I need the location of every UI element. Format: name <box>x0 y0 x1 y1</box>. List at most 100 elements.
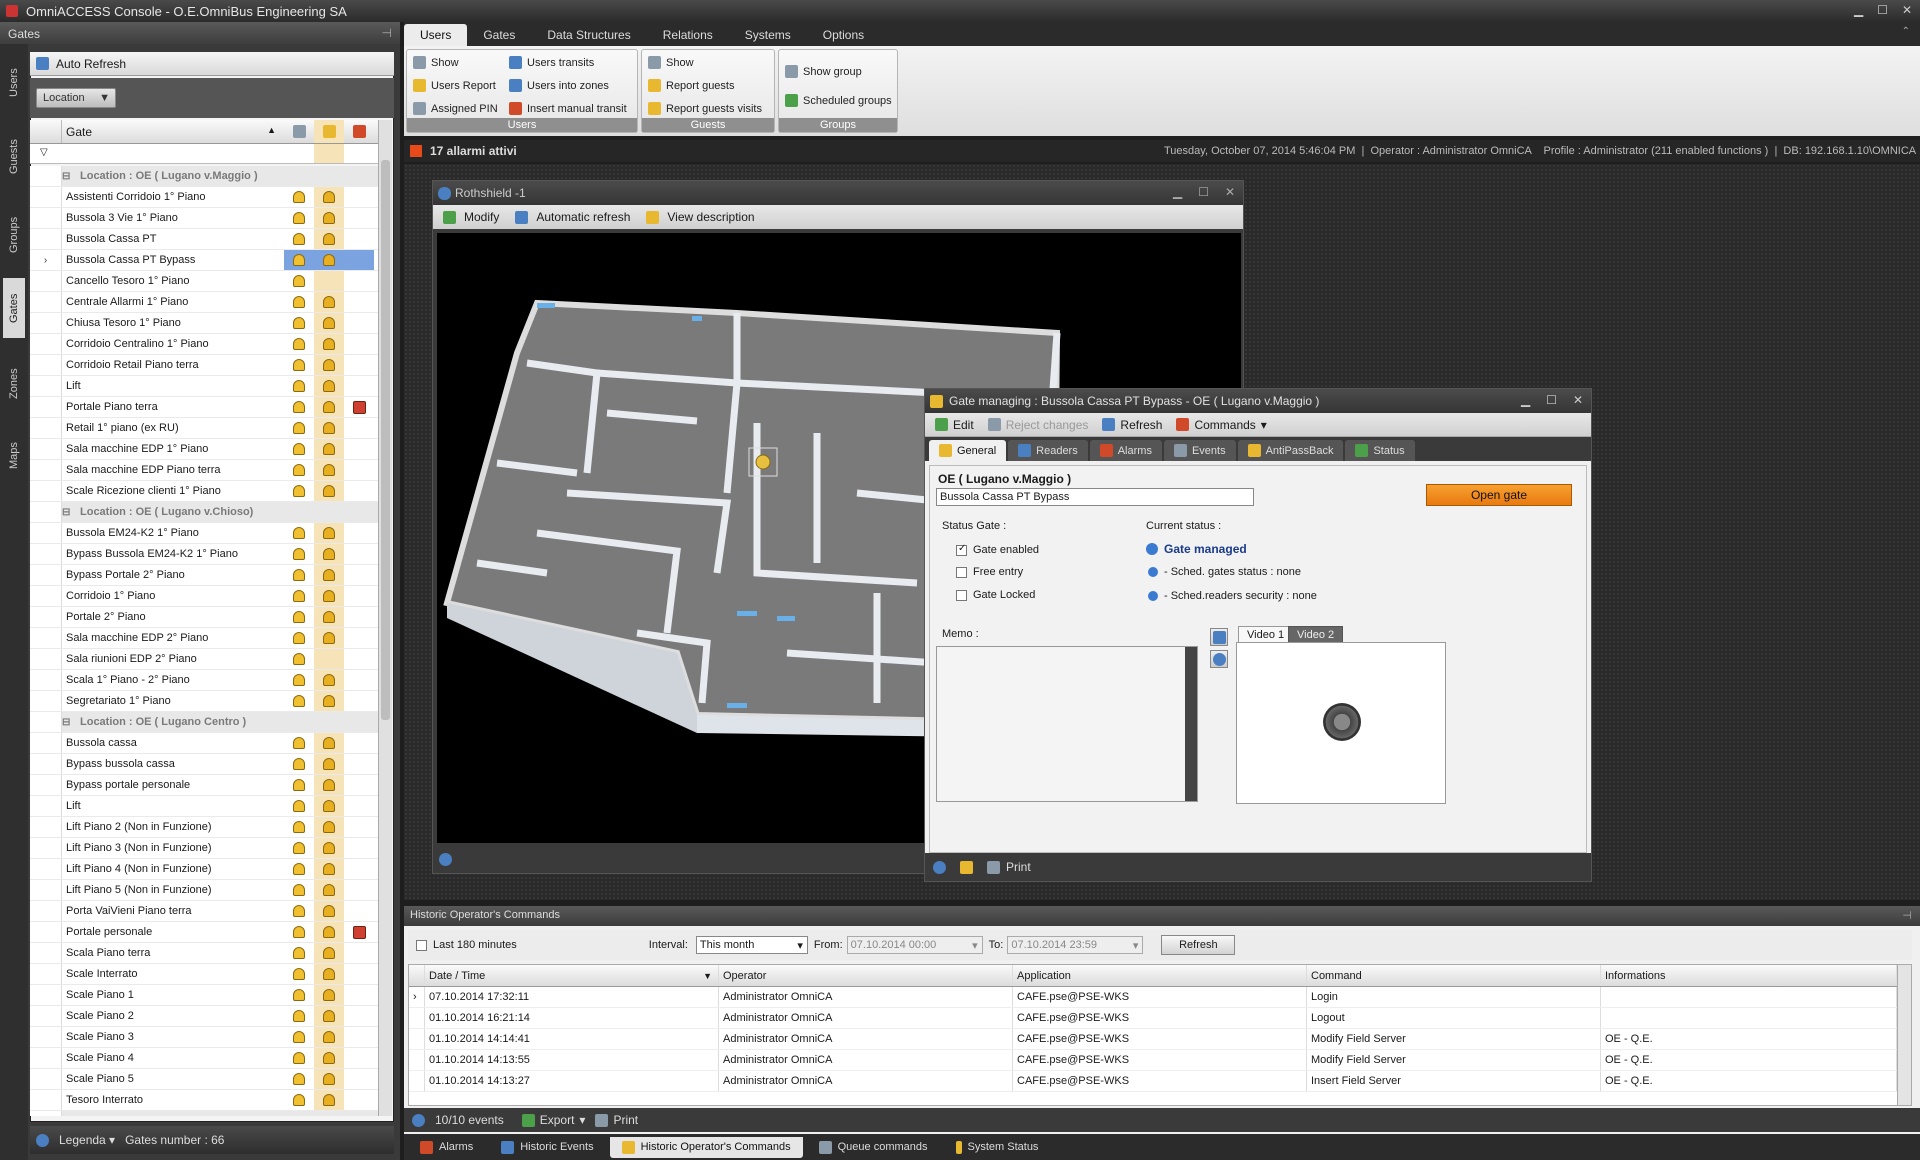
gate-name-field[interactable]: Bussola Cassa PT Bypass <box>936 488 1254 506</box>
gate-alarm-cell[interactable] <box>344 481 374 501</box>
gate-status-cell[interactable] <box>284 985 314 1005</box>
gate-status-cell[interactable] <box>284 796 314 816</box>
users-show-button[interactable]: Show <box>413 56 459 69</box>
vtab-guests[interactable]: Guests <box>3 126 25 188</box>
gate-lock-cell[interactable] <box>314 481 344 501</box>
close-icon[interactable]: ✕ <box>1573 393 1583 407</box>
ribbon-collapse-icon[interactable]: ⌃ <box>1902 26 1910 37</box>
tab-status[interactable]: Status <box>1345 440 1415 461</box>
automatic-refresh-button[interactable]: Automatic refresh <box>536 210 630 224</box>
gate-row[interactable]: Scala 1° Piano - 2° Piano <box>30 670 390 691</box>
gate-row[interactable]: Bussola 3 Vie 1° Piano <box>30 208 390 229</box>
gate-row[interactable]: Corridoio 1° Piano <box>30 586 390 607</box>
video-refresh-button[interactable] <box>1210 628 1228 646</box>
gate-row[interactable]: Sala macchine EDP 2° Piano <box>30 628 390 649</box>
gate-alarm-cell[interactable] <box>344 691 374 711</box>
gate-row[interactable]: Scale Piano 1 <box>30 985 390 1006</box>
gate-row[interactable]: Centrale Allarmi 1° Piano <box>30 292 390 313</box>
gate-lock-cell[interactable] <box>314 859 344 879</box>
tab-alarms[interactable]: Alarms <box>1089 440 1162 461</box>
gate-lock-cell[interactable] <box>314 754 344 774</box>
vtab-users[interactable]: Users <box>3 54 25 112</box>
gate-row[interactable]: Bussola cassa <box>30 733 390 754</box>
gate-row[interactable]: Corridoio Retail Piano terra <box>30 355 390 376</box>
vtab-gates[interactable]: Gates <box>3 278 25 338</box>
minimize-icon[interactable]: ▁ <box>1173 185 1182 199</box>
report-guests-visits-button[interactable]: Report guests visits <box>648 102 762 115</box>
view-description-button[interactable]: View description <box>667 210 754 224</box>
gate-status-cell[interactable] <box>284 355 314 375</box>
pin-icon[interactable]: ⊣ <box>1902 909 1912 922</box>
gate-alarm-cell[interactable] <box>344 754 374 774</box>
gate-lock-cell[interactable] <box>314 922 344 942</box>
help-icon[interactable] <box>412 1113 425 1127</box>
gate-row[interactable]: Scale Ricezione clienti 1° Piano <box>30 481 390 502</box>
gate-status-cell[interactable] <box>284 187 314 207</box>
gate-alarm-cell[interactable] <box>344 859 374 879</box>
gate-lock-cell[interactable] <box>314 775 344 795</box>
btab-queue-commands[interactable]: Queue commands <box>807 1137 940 1158</box>
tab-systems[interactable]: Systems <box>729 24 807 46</box>
gate-lock-cell[interactable] <box>314 397 344 417</box>
gate-row[interactable]: Bypass Bussola EM24-K2 1° Piano <box>30 544 390 565</box>
gate-row[interactable]: Chiusa Tesoro 1° Piano <box>30 313 390 334</box>
gate-lock-cell[interactable] <box>314 901 344 921</box>
column-status-header[interactable] <box>284 125 314 138</box>
gate-status-cell[interactable] <box>284 418 314 438</box>
vtab-maps[interactable]: Maps <box>3 428 25 484</box>
report-guests-button[interactable]: Report guests <box>648 79 734 92</box>
gate-alarm-cell[interactable] <box>344 1048 374 1068</box>
history-row[interactable]: 01.10.2014 14:14:41 Administrator OmniCA C… <box>409 1029 1911 1050</box>
gate-alarm-cell[interactable] <box>344 1090 374 1110</box>
gate-lock-cell[interactable] <box>314 880 344 900</box>
column-informations-header[interactable]: Informations <box>1601 965 1897 986</box>
gate-window-titlebar[interactable]: Gate managing : Bussola Cassa PT Bypass … <box>925 389 1591 413</box>
gate-alarm-cell[interactable] <box>344 229 374 249</box>
gate-lock-cell[interactable] <box>314 187 344 207</box>
gate-lock-cell[interactable] <box>314 418 344 438</box>
gate-row[interactable]: Sala riunioni EDP 2° Piano <box>30 649 390 670</box>
tab-options[interactable]: Options <box>807 24 880 46</box>
print-button[interactable]: Print <box>987 860 1031 874</box>
gate-lock-cell[interactable] <box>314 1006 344 1026</box>
gate-status-cell[interactable] <box>284 439 314 459</box>
gate-status-cell[interactable] <box>284 271 314 291</box>
gate-row[interactable]: Bypass Portale 2° Piano <box>30 565 390 586</box>
gate-alarm-cell[interactable] <box>344 670 374 690</box>
gate-lock-cell[interactable] <box>314 985 344 1005</box>
gate-alarm-cell[interactable] <box>344 1069 374 1089</box>
tab-antipassback[interactable]: AntiPassBack <box>1237 440 1344 461</box>
gate-status-cell[interactable] <box>284 1069 314 1089</box>
scheduled-groups-button[interactable]: Scheduled groups <box>785 94 892 107</box>
minimize-icon[interactable]: ▁ <box>1854 3 1863 17</box>
guests-show-button[interactable]: Show <box>648 56 694 69</box>
gate-alarm-cell[interactable] <box>344 607 374 627</box>
tab-relations[interactable]: Relations <box>647 24 729 46</box>
gate-row[interactable]: Bypass portale personale <box>30 775 390 796</box>
gate-status-cell[interactable] <box>284 1090 314 1110</box>
gate-status-cell[interactable] <box>284 817 314 837</box>
gate-lock-cell[interactable] <box>314 733 344 753</box>
gate-lock-cell[interactable] <box>314 271 344 291</box>
column-command-header[interactable]: Command <box>1307 965 1601 986</box>
gate-status-cell[interactable] <box>284 376 314 396</box>
gate-enabled-checkbox[interactable]: Gate enabled <box>956 543 1039 556</box>
history-row[interactable]: 01.10.2014 14:13:55 Administrator OmniCA C… <box>409 1050 1911 1071</box>
gate-alarm-cell[interactable] <box>344 901 374 921</box>
gate-lock-cell[interactable] <box>314 670 344 690</box>
gate-row[interactable]: Portale 2° Piano <box>30 607 390 628</box>
gate-key-icon[interactable] <box>755 454 771 470</box>
gate-status-cell[interactable] <box>284 1048 314 1068</box>
collapse-icon[interactable]: ⊟ <box>62 1116 76 1117</box>
gate-lock-cell[interactable] <box>314 208 344 228</box>
collapse-icon[interactable]: ⊟ <box>62 507 76 518</box>
gate-alarm-cell[interactable] <box>344 586 374 606</box>
gate-status-cell[interactable] <box>284 775 314 795</box>
vtab-groups[interactable]: Groups <box>3 204 25 266</box>
gate-row[interactable]: Tesoro Interrato <box>30 1090 390 1111</box>
help-icon[interactable] <box>439 853 452 866</box>
gate-lock-cell[interactable] <box>314 229 344 249</box>
gate-alarm-cell[interactable] <box>344 250 374 270</box>
tab-gates[interactable]: Gates <box>467 24 531 46</box>
gate-row[interactable]: Scale Interrato <box>30 964 390 985</box>
